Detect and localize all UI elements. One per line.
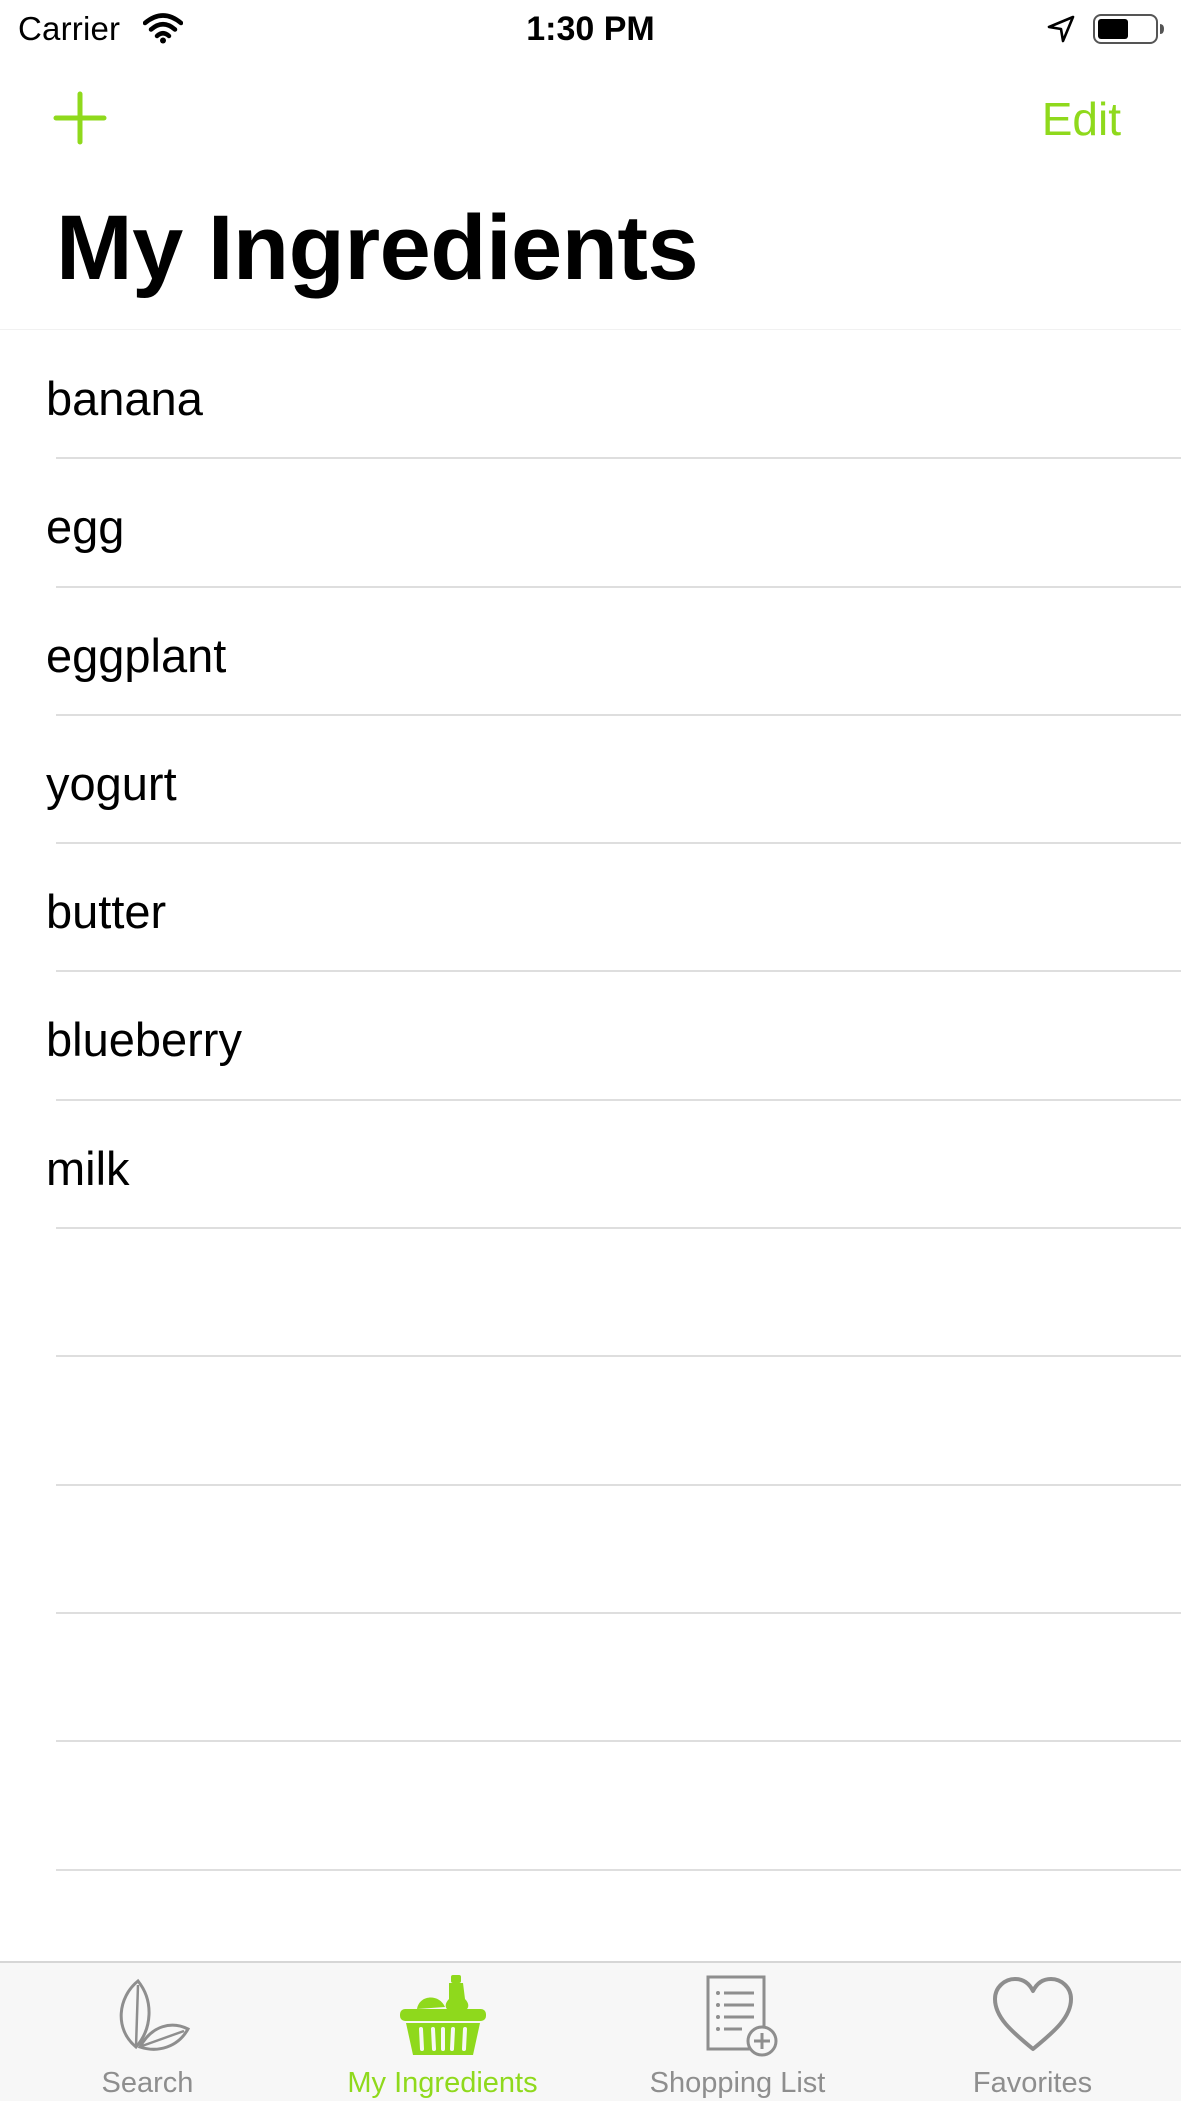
tab-favorites[interactable]: Favorites bbox=[885, 1963, 1180, 2101]
basket-icon bbox=[399, 1975, 486, 2055]
tab-label: My Ingredients bbox=[347, 2067, 538, 2099]
page-title: My Ingredients bbox=[56, 197, 699, 299]
empty-row bbox=[0, 1486, 1181, 1615]
tab-my-ingredients[interactable]: My Ingredients bbox=[295, 1963, 590, 2101]
clock-label: 1:30 PM bbox=[526, 10, 655, 48]
empty-row bbox=[0, 1742, 1181, 1871]
edit-button[interactable]: Edit bbox=[1042, 92, 1121, 146]
list-item-label: egg bbox=[46, 500, 125, 554]
list-item[interactable]: butter bbox=[0, 844, 1181, 973]
battery-icon bbox=[1093, 14, 1164, 44]
list-item[interactable]: blueberry bbox=[0, 972, 1181, 1102]
navigation-bar: Edit My Ingredients bbox=[0, 60, 1181, 330]
list-item[interactable]: yogurt bbox=[0, 716, 1181, 845]
tab-label: Shopping List bbox=[649, 2067, 826, 2099]
list-item-label: banana bbox=[46, 372, 203, 425]
list-add-icon bbox=[706, 1975, 777, 2057]
list-item[interactable]: egg bbox=[0, 459, 1181, 588]
location-arrow-icon bbox=[1047, 15, 1075, 43]
list-item-label: milk bbox=[46, 1141, 130, 1195]
status-bar: Carrier 1:30 PM bbox=[0, 0, 1181, 60]
list-item[interactable]: eggplant bbox=[0, 588, 1181, 717]
heart-icon bbox=[992, 1977, 1073, 2051]
leaf-icon bbox=[119, 1978, 190, 2051]
list-item-label: butter bbox=[46, 885, 167, 939]
ingredient-list: banana egg eggplant yogurt butter bluebe… bbox=[0, 331, 1181, 2000]
screen: Carrier 1:30 PM Edit My Ingredients bana… bbox=[0, 0, 1181, 2101]
list-item[interactable]: banana bbox=[0, 331, 1181, 460]
list-item-label: blueberry bbox=[46, 1013, 242, 1067]
tab-search[interactable]: Search bbox=[0, 1963, 295, 2101]
tab-label: Search bbox=[101, 2067, 194, 2099]
tab-bar: Search My Ingredients Shopping List Favo… bbox=[0, 1961, 1181, 2101]
add-icon[interactable] bbox=[52, 90, 108, 146]
empty-row bbox=[0, 1357, 1181, 1486]
empty-row bbox=[0, 1229, 1181, 1358]
tab-shopping-list[interactable]: Shopping List bbox=[590, 1963, 885, 2101]
list-item-label: eggplant bbox=[46, 628, 227, 682]
list-item[interactable]: milk bbox=[0, 1101, 1181, 1230]
tab-label: Favorites bbox=[972, 2067, 1093, 2099]
list-item-label: yogurt bbox=[46, 756, 177, 810]
empty-row bbox=[0, 1614, 1181, 1743]
